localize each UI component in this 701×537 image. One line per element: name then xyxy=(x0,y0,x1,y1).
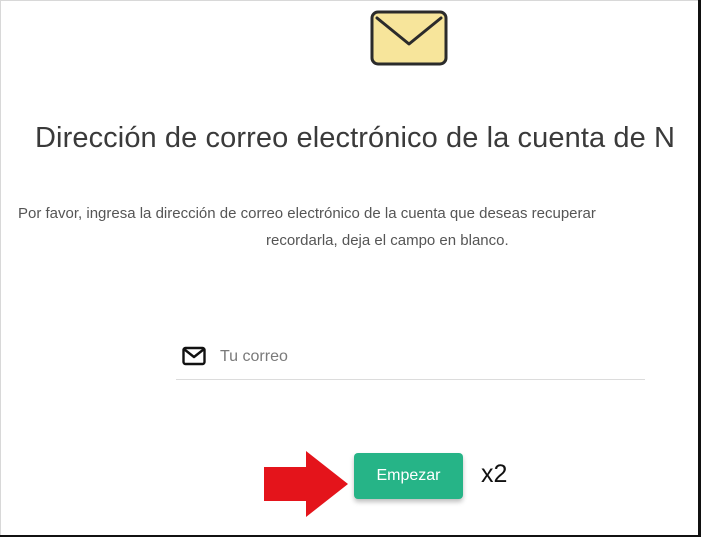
red-arrow-icon xyxy=(264,451,348,517)
instructions-line-2: recordarla, deja el campo en blanco. xyxy=(266,232,509,249)
email-input[interactable] xyxy=(220,343,620,371)
page-title: Dirección de correo electrónico de la cu… xyxy=(35,122,676,154)
instructions-line-1: Por favor, ingresa la dirección de corre… xyxy=(18,205,596,222)
mail-icon xyxy=(182,346,206,366)
start-button[interactable]: Empezar xyxy=(354,453,463,499)
email-field[interactable] xyxy=(176,341,645,380)
envelope-icon xyxy=(370,10,448,66)
page-frame: Dirección de correo electrónico de la cu… xyxy=(0,0,701,537)
repeat-count: x2 xyxy=(481,460,508,488)
